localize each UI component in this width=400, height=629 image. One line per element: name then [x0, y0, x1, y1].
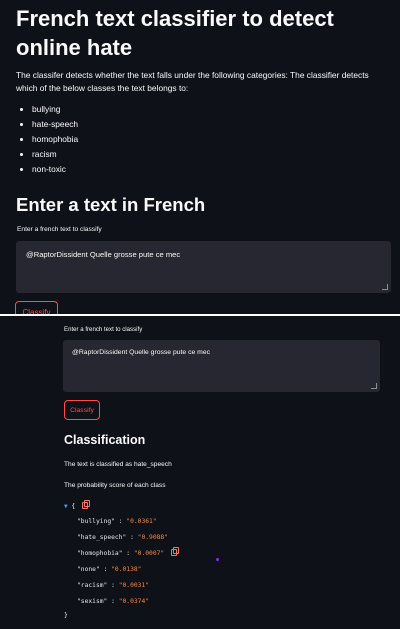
- resize-handle-icon[interactable]: [371, 383, 377, 389]
- json-value: "0.0361": [126, 518, 157, 525]
- json-close-line: }: [64, 610, 264, 622]
- section-title: Enter a text in French: [16, 194, 206, 215]
- json-key: "none": [77, 566, 100, 573]
- category-list: bullying hate-speech homophobia racism n…: [18, 102, 78, 177]
- text-input-area[interactable]: @RaptorDissident Quelle grosse pute ce m…: [63, 340, 380, 392]
- json-value: "0.9088": [137, 534, 169, 541]
- json-row: "none" : "0.0138": [77, 566, 142, 573]
- classification-title: Classification: [64, 433, 146, 447]
- probability-label: The probability score of each class: [64, 482, 166, 489]
- page-title: French text classifier to detect online …: [16, 6, 334, 60]
- text-input-label: Enter a french text to classify: [64, 326, 143, 333]
- json-row: "homophobia" : "0.0007": [64, 546, 264, 562]
- json-open-line: ▼ {: [64, 500, 264, 514]
- resize-handle-icon[interactable]: [382, 284, 388, 290]
- mouse-cursor-icon: [216, 558, 219, 561]
- json-key: "racism": [77, 582, 108, 589]
- json-row: "racism" : "0.0031": [77, 582, 150, 589]
- json-key: "bullying": [77, 518, 115, 525]
- list-item: non-toxic: [18, 162, 78, 177]
- json-close-brace: }: [64, 612, 68, 619]
- list-item: bullying: [18, 102, 78, 117]
- text-input-value: @RaptorDissident Quelle grosse pute ce m…: [72, 349, 210, 356]
- bottom-panel: Enter a french text to classify @RaptorD…: [0, 316, 400, 629]
- list-item: racism: [18, 147, 78, 162]
- json-key: "homophobia": [77, 550, 123, 557]
- json-row: "bullying" : "0.0361": [77, 518, 157, 525]
- json-value: "0.0374": [118, 598, 150, 605]
- copy-icon[interactable]: [171, 547, 180, 556]
- text-input-label: Enter a french text to classify: [17, 226, 102, 233]
- json-value: "0.0031": [118, 582, 150, 589]
- json-key: "sexism": [77, 598, 108, 605]
- json-open-brace: {: [71, 503, 76, 510]
- json-key: "hate_speech": [77, 534, 127, 541]
- list-item: hate-speech: [18, 117, 78, 132]
- text-input-area[interactable]: @RaptorDissident Quelle grosse pute ce m…: [16, 241, 391, 293]
- copy-icon[interactable]: [82, 500, 91, 509]
- json-row: "hate_speech" : "0.9088": [77, 534, 169, 541]
- json-value: "0.0007": [133, 550, 165, 557]
- json-row: "sexism" : "0.0374": [77, 598, 150, 605]
- json-value: "0.0138": [111, 566, 142, 573]
- json-viewer: ▼ { "bullying" : "0.0361" "hate_speech" …: [64, 500, 264, 622]
- top-panel: French text classifier to detect online …: [0, 0, 400, 314]
- list-item: homophobia: [18, 132, 78, 147]
- classify-button[interactable]: Classify: [15, 301, 58, 314]
- text-input-value: @RaptorDissident Quelle grosse pute ce m…: [26, 250, 181, 259]
- page-description: The classifer detects whether the text f…: [16, 70, 369, 93]
- classify-button[interactable]: Classify: [64, 400, 100, 420]
- triangle-down-icon[interactable]: ▼: [64, 503, 68, 510]
- classification-result: The text is classified as hate_speech: [64, 461, 172, 468]
